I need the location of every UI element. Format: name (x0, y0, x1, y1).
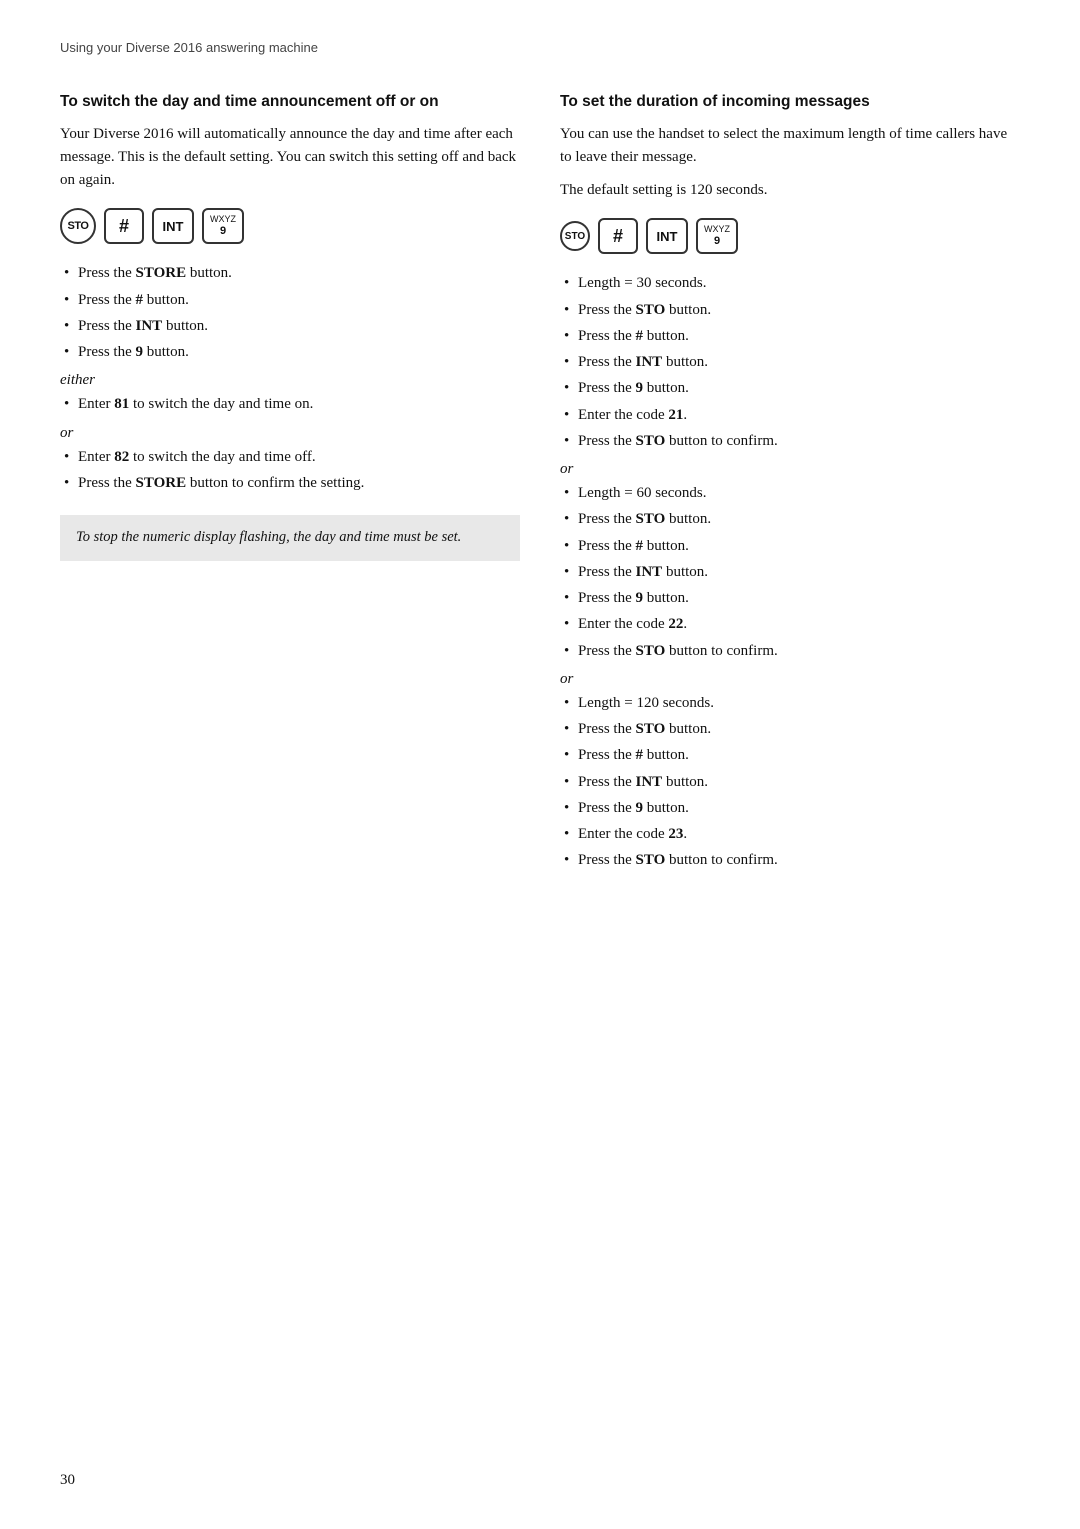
list-item: Press the # button. (60, 289, 520, 312)
list-item: Press the STORE button. (60, 262, 520, 285)
wxyz-label: WXYZ (210, 215, 236, 225)
list-item: Enter the code 21. (560, 404, 1020, 427)
left-column: To switch the day and time announcement … (60, 91, 520, 881)
left-main-list: Press the STORE button. Press the # butt… (60, 262, 520, 364)
list-item: Press the INT button. (560, 351, 1020, 374)
nine-label: 9 (220, 225, 226, 237)
two-column-layout: To switch the day and time announcement … (60, 91, 1020, 881)
left-either-list: Enter 81 to switch the day and time on. (60, 393, 520, 416)
right-column: To set the duration of incoming messages… (560, 91, 1020, 881)
page-header: Using your Diverse 2016 answering machin… (60, 40, 1020, 55)
left-or-list: Enter 82 to switch the day and time off.… (60, 446, 520, 496)
sto-button-icon: STO (60, 208, 96, 244)
right-120sec-list: Length = 120 seconds. Press the STO butt… (560, 692, 1020, 873)
list-item: Press the 9 button. (560, 587, 1020, 610)
or-label-1: or (560, 461, 1020, 478)
list-item: Press the # button. (560, 535, 1020, 558)
left-button-group: STO # INT WXYZ 9 (60, 208, 520, 244)
list-item: Press the INT button. (560, 561, 1020, 584)
list-item: Press the # button. (560, 325, 1020, 348)
list-item: Press the INT button. (560, 771, 1020, 794)
list-item: Enter the code 22. (560, 613, 1020, 636)
list-item: Press the 9 button. (560, 377, 1020, 400)
right-intro2: The default setting is 120 seconds. (560, 179, 1020, 202)
list-item: Enter 82 to switch the day and time off. (60, 446, 520, 469)
hash-button-icon-right: # (598, 218, 638, 254)
list-item: Press the 9 button. (560, 797, 1020, 820)
or-label-2: or (560, 671, 1020, 688)
list-item: Press the STORE button to confirm the se… (60, 472, 520, 495)
int-button-icon-right: INT (646, 218, 688, 254)
list-item: Press the 9 button. (60, 341, 520, 364)
list-item: Press the STO button. (560, 299, 1020, 322)
list-item: Press the STO button. (560, 508, 1020, 531)
list-item: Press the INT button. (60, 315, 520, 338)
or-label: or (60, 425, 520, 442)
list-item: Press the STO button to confirm. (560, 430, 1020, 453)
right-heading: To set the duration of incoming messages (560, 91, 1020, 113)
list-item: Press the STO button. (560, 718, 1020, 741)
right-button-group: STO # INT WXYZ 9 (560, 218, 1020, 254)
list-item: Press the STO button to confirm. (560, 849, 1020, 872)
list-item: Length = 30 seconds. (560, 272, 1020, 295)
page-number: 30 (60, 1472, 75, 1489)
right-30sec-list: Length = 30 seconds. Press the STO butto… (560, 272, 1020, 453)
wxyz-label-right: WXYZ (704, 225, 730, 235)
right-intro1: You can use the handset to select the ma… (560, 123, 1020, 170)
right-60sec-list: Length = 60 seconds. Press the STO butto… (560, 482, 1020, 663)
list-item: Press the # button. (560, 744, 1020, 767)
sto-button-icon-right: STO (560, 221, 590, 251)
left-intro: Your Diverse 2016 will automatically ann… (60, 123, 520, 193)
list-item: Enter 81 to switch the day and time on. (60, 393, 520, 416)
note-box: To stop the numeric display flashing, th… (60, 515, 520, 561)
list-item: Press the STO button to confirm. (560, 640, 1020, 663)
nine-label-right: 9 (714, 235, 720, 247)
list-item: Length = 120 seconds. (560, 692, 1020, 715)
int-button-icon: INT (152, 208, 194, 244)
left-heading: To switch the day and time announcement … (60, 91, 520, 113)
list-item: Enter the code 23. (560, 823, 1020, 846)
either-label: either (60, 372, 520, 389)
wxyz9-button-icon-right: WXYZ 9 (696, 218, 738, 254)
wxyz9-button-icon: WXYZ 9 (202, 208, 244, 244)
hash-button-icon: # (104, 208, 144, 244)
list-item: Length = 60 seconds. (560, 482, 1020, 505)
